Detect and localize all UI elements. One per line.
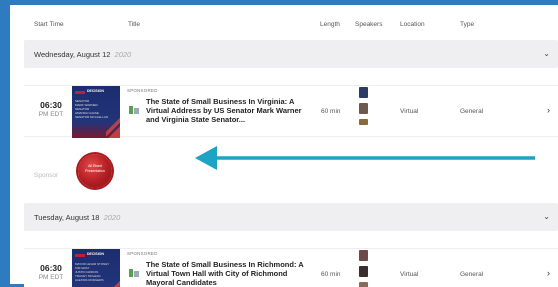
event-time: 06:30 PM EDT: [34, 100, 68, 118]
flag-stripe: [106, 118, 120, 138]
logo-badge: [75, 254, 85, 257]
sponsor-label: Sponsor: [34, 172, 59, 179]
logo-badge: [75, 91, 85, 94]
header-start-time: Start Time: [34, 21, 64, 28]
chevron-down-icon[interactable]: ⌄: [543, 212, 550, 221]
time-value: 06:30: [40, 263, 62, 273]
header-location: Location: [400, 21, 425, 28]
annotation-arrow: [195, 146, 535, 170]
frame-top-border: [0, 0, 558, 5]
organization-icon: [129, 269, 139, 277]
event-thumbnail[interactable]: DECISION MAYOR LEVAR STONEY KIM GRAY JUS…: [72, 249, 120, 287]
speaker-avatar[interactable]: [359, 87, 368, 98]
date-day: Wednesday, August 12: [34, 50, 111, 59]
date-label: Wednesday, August 12 2020: [34, 50, 131, 59]
event-type: General: [460, 108, 484, 115]
date-year: 2020: [114, 50, 132, 59]
date-year: 2020: [103, 213, 121, 222]
date-day: Tuesday, August 18: [34, 213, 100, 222]
event-length: 60 min: [321, 271, 341, 278]
thumbnail-speakers: MAYOR LEVAR STONEY KIM GRAY JUSTIN GRIFF…: [75, 262, 110, 282]
event-time: 06:30 PM EDT: [34, 263, 68, 281]
event-row[interactable]: 06:30 PM EDT DECISION SENATOR MARK WARNE…: [24, 85, 558, 138]
event-title[interactable]: The State of Small Business In Virginia:…: [146, 97, 316, 124]
arrow-head: [195, 146, 217, 170]
chevron-right-icon[interactable]: ›: [547, 105, 550, 115]
sponsored-label: SPONSORED: [127, 88, 158, 93]
chevron-right-icon[interactable]: ›: [547, 268, 550, 278]
sponsor-seal-logo[interactable]: All Rised Presentation: [78, 154, 112, 188]
event-row[interactable]: 06:30 PM EDT DECISION MAYOR LEVAR STONEY…: [24, 248, 558, 287]
event-length: 60 min: [321, 108, 341, 115]
chevron-down-icon[interactable]: ⌄: [543, 49, 550, 58]
event-title[interactable]: The State of Small Business In Richmond:…: [146, 260, 316, 287]
event-location: Virtual: [400, 108, 419, 115]
speaker-avatar[interactable]: [359, 103, 368, 114]
time-zone: PM EDT: [38, 274, 64, 281]
header-length: Length: [320, 21, 340, 28]
event-thumbnail[interactable]: DECISION SENATOR MARK WARNER SENATOR AMA…: [72, 86, 120, 138]
date-group-header[interactable]: Tuesday, August 18 2020 ⌄: [24, 203, 558, 231]
event-type: General: [460, 271, 484, 278]
speaker-avatars: [359, 86, 369, 130]
event-location: Virtual: [400, 271, 419, 278]
speaker-avatar[interactable]: [359, 282, 368, 287]
organization-icon: [129, 106, 139, 114]
thumbnail-speakers: SENATOR MARK WARNER SENATOR AMANDA CHASE…: [75, 99, 109, 119]
thumbnail-tag: DECISION: [87, 252, 104, 256]
header-type: Type: [460, 21, 475, 28]
frame-left-border: [0, 0, 10, 287]
header-speakers: Speakers: [355, 21, 383, 28]
flag-stripe: [106, 281, 120, 287]
date-label: Tuesday, August 18 2020: [34, 213, 120, 222]
speaker-avatar[interactable]: [359, 266, 368, 277]
header-title: Title: [128, 21, 141, 28]
sponsored-label: SPONSORED: [127, 251, 158, 256]
table-header: Start Time Title Length Speakers Locatio…: [24, 18, 558, 32]
thumbnail-tag: DECISION: [87, 89, 104, 93]
speaker-avatar[interactable]: [359, 250, 368, 261]
date-group-header[interactable]: Wednesday, August 12 2020 ⌄: [24, 40, 558, 68]
time-zone: PM EDT: [38, 111, 64, 118]
time-value: 06:30: [40, 100, 62, 110]
speaker-avatars: [359, 249, 369, 287]
speaker-avatar[interactable]: [359, 119, 368, 125]
seal-text: All Rised Presentation: [85, 164, 105, 173]
